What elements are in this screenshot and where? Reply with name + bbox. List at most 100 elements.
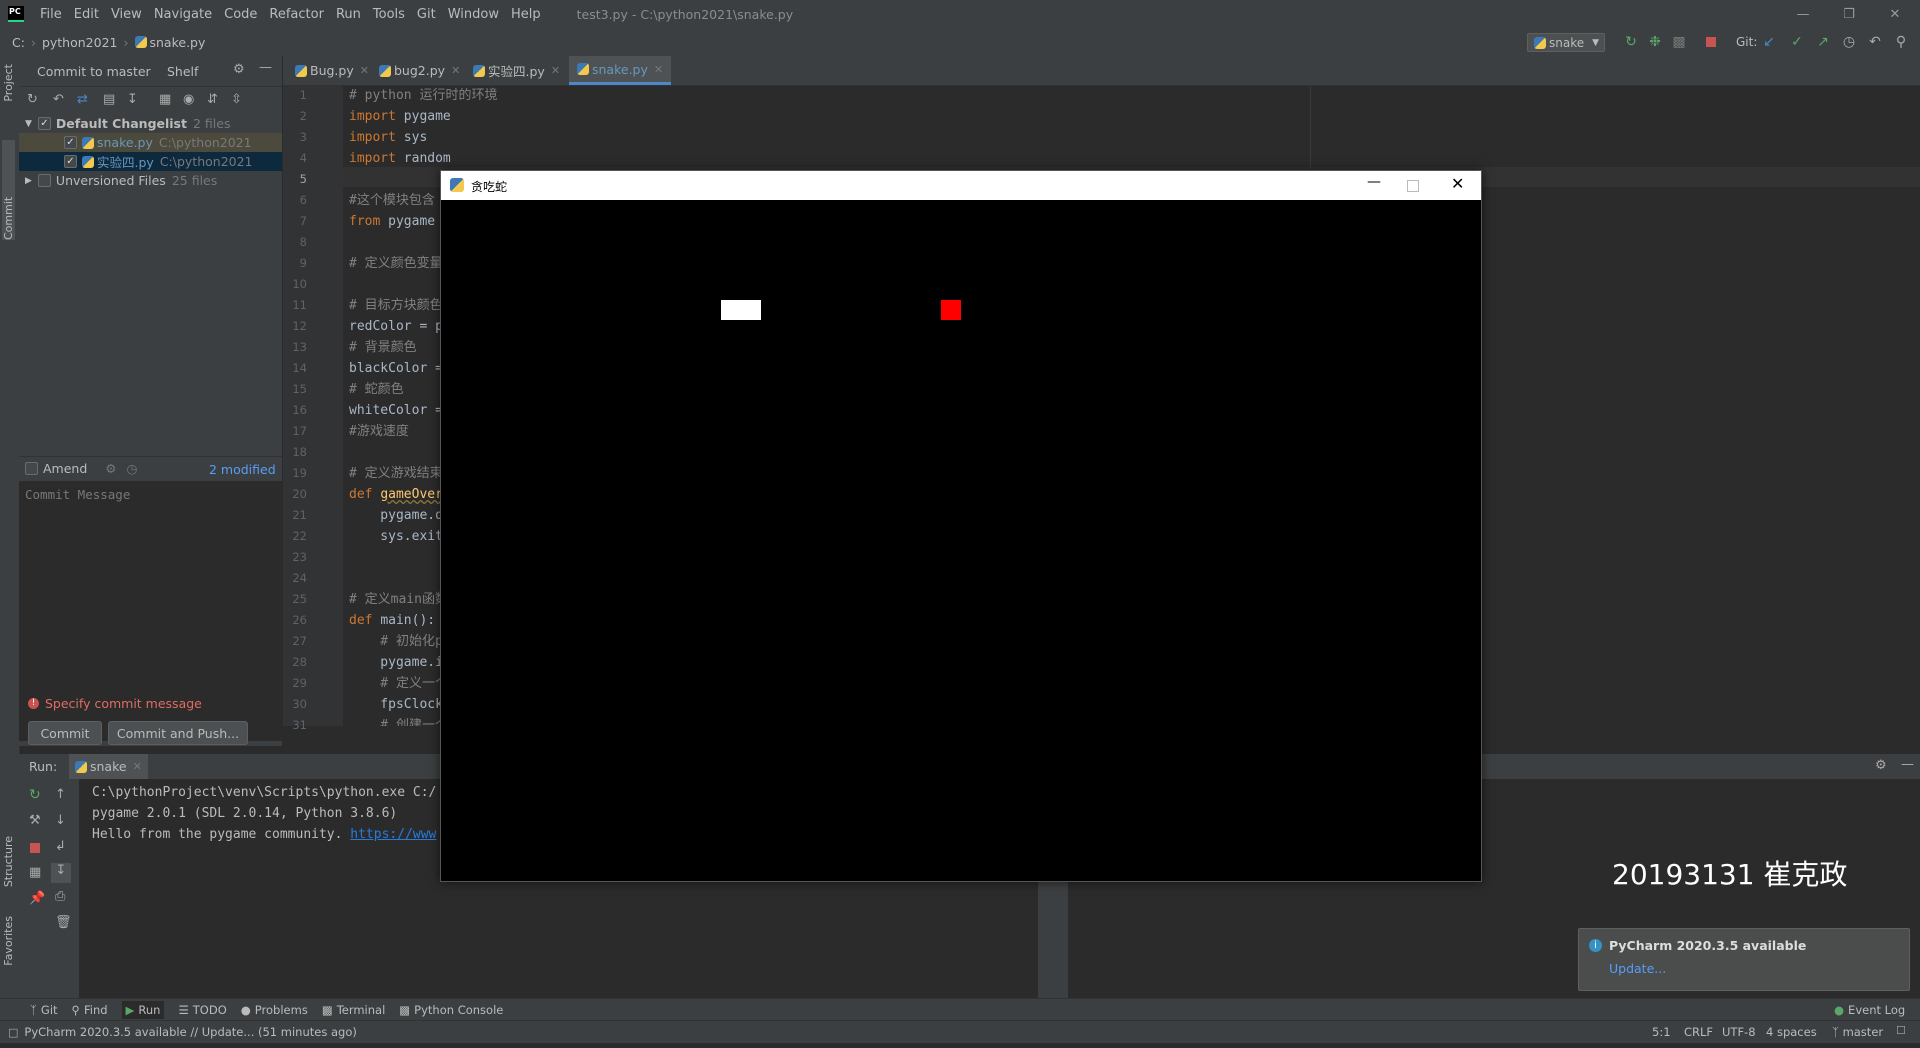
restore-icon[interactable]: ❐ — [1826, 0, 1872, 28]
shelve-icon[interactable]: ▤ — [103, 92, 115, 107]
changelist-checkbox[interactable]: ✓ — [37, 117, 51, 130]
file-row-snake[interactable]: ✓ snake.py C:\python2021 — [19, 133, 282, 152]
amend-option[interactable]: Amend ⚙ ◷ — [25, 461, 137, 476]
menu-edit[interactable]: Edit — [68, 7, 105, 22]
unversioned-checkbox[interactable] — [37, 174, 51, 187]
tab-commit-to-master[interactable]: Commit to master — [37, 64, 151, 79]
update-link[interactable]: Update... — [1609, 961, 1666, 976]
gear-icon[interactable]: ⚙ — [233, 62, 245, 77]
status-toggle-icon[interactable]: □ — [8, 1026, 18, 1039]
menu-refactor[interactable]: Refactor — [263, 7, 330, 22]
tool-terminal[interactable]: ▩ Terminal — [322, 1003, 385, 1017]
line-separator[interactable]: CRLF — [1684, 1025, 1713, 1039]
tool-event-log[interactable]: ● Event Log — [1834, 1003, 1905, 1017]
file-encoding[interactable]: UTF-8 — [1722, 1025, 1756, 1039]
close-icon[interactable]: ✕ — [1451, 174, 1464, 193]
coverage-icon[interactable]: ▩ — [1670, 33, 1688, 51]
trash-icon[interactable]: 🗑 — [55, 915, 72, 930]
tool-git[interactable]: ᛉ Git — [30, 1003, 58, 1017]
run-config-select[interactable]: snake ▼ — [1527, 33, 1605, 52]
rollback-icon[interactable]: ↶ — [53, 92, 64, 107]
gear-icon[interactable]: ⚙ — [1875, 758, 1887, 773]
git-commit-icon[interactable]: ✓ — [1788, 33, 1806, 51]
scroll-to-end-icon[interactable]: ↧ — [51, 863, 71, 883]
menu-code[interactable]: Code — [218, 7, 263, 22]
stop-icon[interactable] — [30, 843, 40, 853]
tab-snake-py[interactable]: snake.py ✕ — [569, 56, 672, 85]
breadcrumb-folder[interactable]: python2021 — [42, 35, 118, 50]
print-icon[interactable]: ⎙ — [55, 889, 65, 904]
tool-problems[interactable]: ● Problems — [241, 1003, 308, 1017]
rollback-icon[interactable]: ↶ — [1866, 33, 1884, 51]
game-window[interactable]: 贪吃蛇 — ✕ — [440, 170, 1482, 882]
close-icon[interactable]: ✕ — [1872, 0, 1918, 28]
close-tab-icon[interactable]: ✕ — [133, 760, 142, 773]
group-by-icon[interactable]: ▦ — [159, 92, 171, 107]
close-tab-icon[interactable]: ✕ — [551, 64, 560, 77]
git-branch[interactable]: ᛉ master — [1832, 1025, 1883, 1039]
stop-icon[interactable] — [1702, 33, 1720, 51]
tool-python-console[interactable]: ▩ Python Console — [399, 1003, 503, 1017]
menu-git[interactable]: Git — [411, 7, 442, 22]
layout-icon[interactable]: ▦ — [29, 865, 41, 880]
breadcrumb-file[interactable]: snake.py — [150, 35, 206, 50]
project-tool-tab[interactable]: Project — [2, 64, 15, 102]
lock-icon[interactable]: ☐ — [1896, 1024, 1906, 1037]
status-message[interactable]: PyCharm 2020.3.5 available // Update... … — [24, 1025, 356, 1039]
minimize-icon[interactable]: — — [1780, 0, 1826, 28]
search-icon[interactable]: ⚲ — [1892, 33, 1910, 51]
run-tab-snake[interactable]: snake ✕ — [69, 754, 148, 779]
tool-find[interactable]: ⚲ Find — [72, 1003, 108, 1017]
arrow-up-icon[interactable]: ↑ — [55, 787, 66, 802]
soft-wrap-icon[interactable]: ↲ — [55, 839, 66, 854]
close-tab-icon[interactable]: ✕ — [360, 64, 369, 77]
commit-and-push-button[interactable]: Commit and Push... — [108, 721, 248, 745]
menu-view[interactable]: View — [105, 7, 148, 22]
tab-shelf[interactable]: Shelf — [167, 64, 198, 79]
changelist-row[interactable]: ▼ ✓ Default Changelist 2 files — [19, 114, 282, 133]
rerun-icon[interactable]: ↻ — [1622, 33, 1640, 51]
rerun-icon[interactable]: ↻ — [29, 787, 41, 803]
structure-tool-tab[interactable]: Structure — [2, 836, 15, 887]
git-update-icon[interactable]: ↙ — [1760, 33, 1778, 51]
eye-icon[interactable]: ◉ — [183, 92, 194, 107]
wrench-icon[interactable]: ⚒ — [29, 813, 41, 828]
menu-window[interactable]: Window — [442, 7, 505, 22]
console-link[interactable]: https://www — [350, 827, 436, 842]
commit-tool-tab[interactable]: Commit — [2, 140, 15, 240]
debug-icon[interactable]: ❉ — [1646, 33, 1664, 51]
tool-todo[interactable]: ☰ TODO — [178, 1003, 226, 1017]
close-tab-icon[interactable]: ✕ — [654, 63, 663, 76]
close-tab-icon[interactable]: ✕ — [451, 64, 460, 77]
menu-navigate[interactable]: Navigate — [148, 7, 218, 22]
file-checkbox[interactable]: ✓ — [64, 136, 77, 149]
gear-icon[interactable]: ⚙ — [105, 461, 116, 476]
tab-bug-py[interactable]: Bug.py ✕ — [287, 56, 377, 85]
refresh-icon[interactable]: ↻ — [27, 92, 38, 107]
amend-checkbox[interactable] — [25, 462, 38, 475]
maximize-icon[interactable] — [1407, 180, 1419, 192]
favorites-tool-tab[interactable]: Favorites — [2, 916, 15, 966]
clock-icon[interactable]: ◷ — [127, 461, 138, 476]
hide-panel-icon[interactable]: — — [1901, 757, 1914, 772]
download-icon[interactable]: ↧ — [127, 92, 138, 107]
hide-panel-icon[interactable]: — — [259, 60, 272, 75]
tool-run[interactable]: ▶ Run — [121, 1001, 165, 1019]
minimize-icon[interactable]: — — [1367, 174, 1381, 190]
file-row-shiyan4[interactable]: ✓ 实验四.py C:\python2021 — [19, 152, 282, 171]
game-window-titlebar[interactable]: 贪吃蛇 — ✕ — [441, 171, 1481, 200]
menu-file[interactable]: File — [34, 7, 68, 22]
file-checkbox[interactable]: ✓ — [64, 155, 77, 168]
show-diff-icon[interactable]: ⇄ — [77, 92, 88, 107]
breadcrumb-drive[interactable]: C: — [12, 35, 25, 50]
git-push-icon[interactable]: ↗ — [1814, 33, 1832, 51]
menu-tools[interactable]: Tools — [367, 7, 411, 22]
indent-setting[interactable]: 4 spaces — [1766, 1025, 1817, 1039]
caret-position[interactable]: 5:1 — [1652, 1025, 1671, 1039]
menu-help[interactable]: Help — [505, 7, 547, 22]
history-icon[interactable]: ◷ — [1840, 33, 1858, 51]
arrow-down-icon[interactable]: ↓ — [55, 813, 66, 828]
commit-button[interactable]: Commit — [28, 721, 102, 745]
collapse-all-icon[interactable]: ⇳ — [231, 92, 242, 107]
tab-bug2-py[interactable]: bug2.py ✕ — [371, 56, 468, 85]
